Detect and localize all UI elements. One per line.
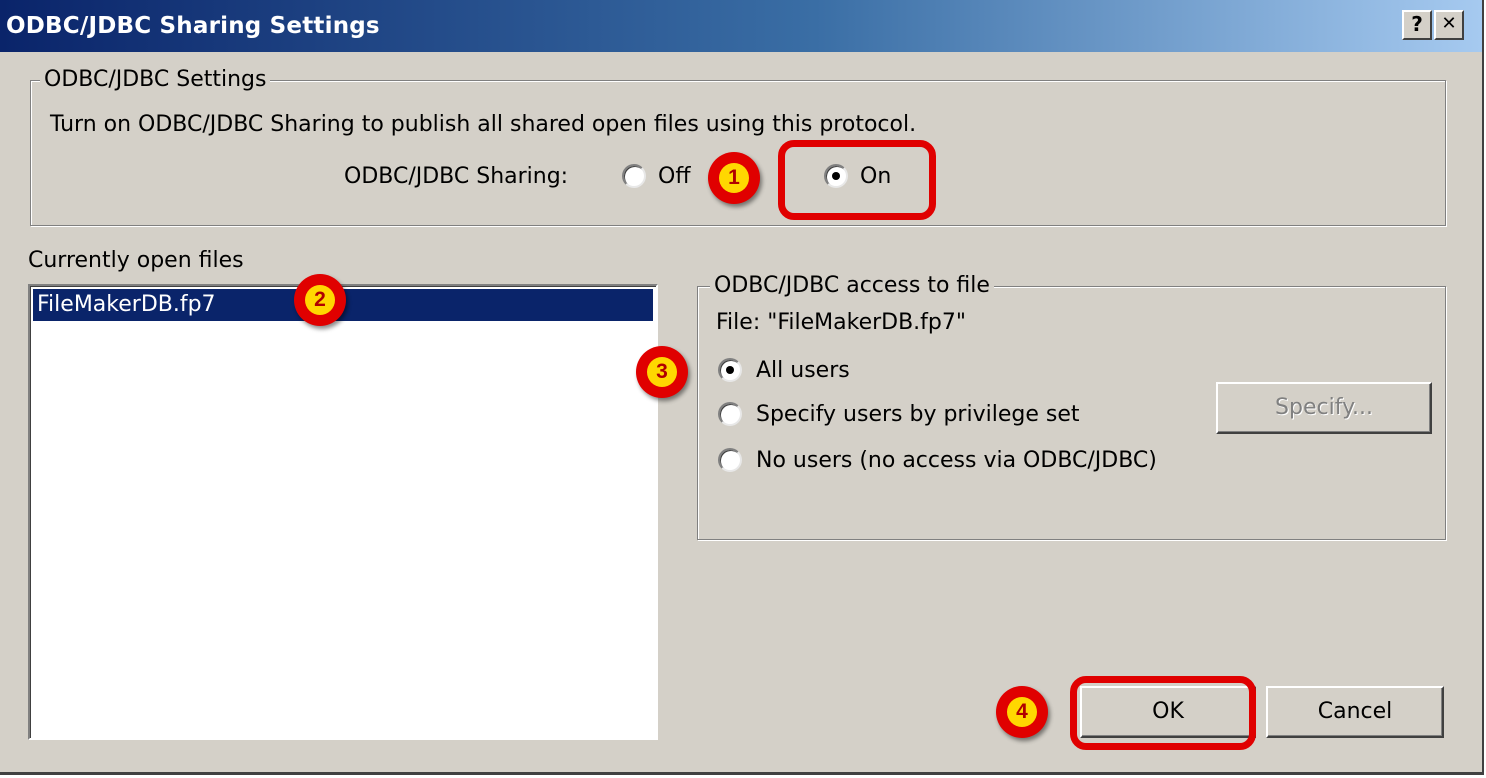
marker-3-number: 3 [647,357,677,387]
radio-all-users-label[interactable]: All users [756,358,850,383]
close-button[interactable]: ✕ [1434,10,1464,40]
radio-specify-indicator[interactable] [718,402,742,426]
highlight-on-option [778,140,936,220]
radio-no-users-label[interactable]: No users (no access via ODBC/JDBC) [756,448,1157,473]
radio-selected-dot [726,366,734,374]
cancel-button[interactable]: Cancel [1266,686,1444,738]
dialog-window: ODBC/JDBC Sharing Settings ? ✕ ODBC/JDBC… [0,0,1484,775]
annotation-marker-2: 2 [294,274,346,326]
settings-group-legend: ODBC/JDBC Settings [40,67,271,92]
open-files-label: Currently open files [28,248,244,273]
settings-description: Turn on ODBC/JDBC Sharing to publish all… [50,112,917,137]
specify-button[interactable]: Specify... [1216,382,1432,434]
title-bar[interactable]: ODBC/JDBC Sharing Settings ? ✕ [0,0,1482,52]
radio-off-label[interactable]: Off [658,164,690,189]
radio-off-indicator[interactable] [622,164,646,188]
annotation-marker-3: 3 [636,346,688,398]
file-name-line: File: "FileMakerDB.fp7" [716,310,967,335]
annotation-marker-4: 4 [996,686,1048,738]
marker-1-number: 1 [719,163,749,193]
annotation-marker-1: 1 [708,152,760,204]
sharing-label: ODBC/JDBC Sharing: [344,164,569,189]
help-button[interactable]: ? [1402,10,1432,40]
window-title: ODBC/JDBC Sharing Settings [6,13,380,39]
marker-2-number: 2 [305,285,335,315]
radio-no-users-indicator[interactable] [718,448,742,472]
radio-specify-label[interactable]: Specify users by privilege set [756,402,1079,427]
open-files-list[interactable]: FileMakerDB.fp7 [28,284,658,740]
marker-4-number: 4 [1007,697,1037,727]
highlight-ok-button [1070,676,1256,750]
radio-all-users-indicator[interactable] [718,358,742,382]
access-group-legend: ODBC/JDBC access to file [710,273,994,298]
